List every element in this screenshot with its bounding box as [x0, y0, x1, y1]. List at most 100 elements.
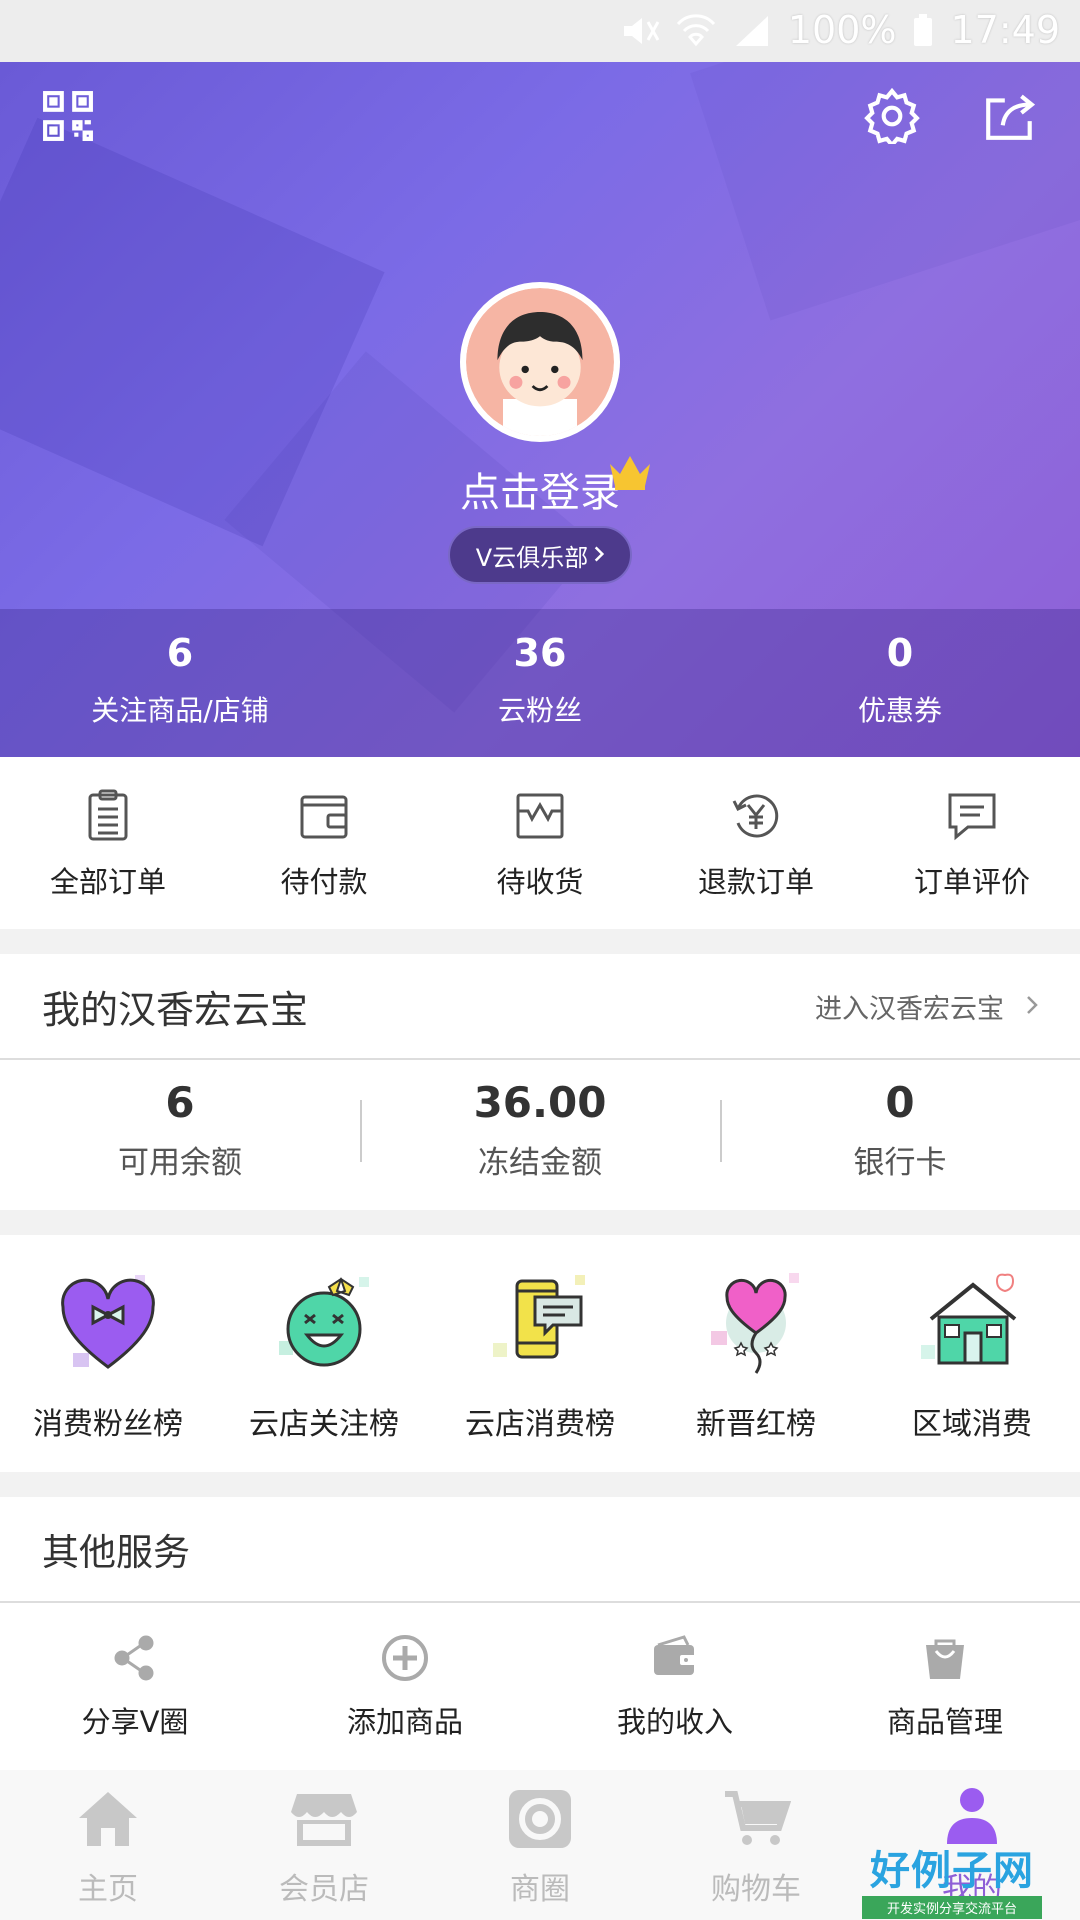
wallet-enter-link[interactable]: 进入汉香宏云宝	[815, 987, 1038, 1026]
camera-icon	[509, 1790, 571, 1848]
order-review-button[interactable]: 订单评价	[864, 757, 1080, 929]
rank-label: 云店消费榜	[465, 1407, 615, 1442]
stat-fans[interactable]: 36 云粉丝	[360, 609, 720, 757]
share-export-icon[interactable]	[980, 86, 1040, 146]
order-label: 待收货	[496, 865, 584, 899]
services-title: 其他服务	[42, 1531, 190, 1574]
rank-store-follow[interactable]: 云店关注榜	[216, 1235, 432, 1472]
wallet-title: 我的汉香宏云宝	[42, 987, 309, 1032]
home-icon	[79, 1792, 137, 1846]
refund-yen-icon	[732, 794, 779, 838]
rank-label: 消费粉丝榜	[33, 1407, 183, 1442]
tab-label: 主页	[78, 1872, 138, 1907]
other-services-section: 其他服务 分享V圈 添加商品 我的收入 商品管理	[0, 1497, 1080, 1770]
order-label: 全部订单	[49, 865, 166, 899]
watermark-subtitle: 开发实例分享交流平台	[862, 1896, 1042, 1919]
stat-label: 关注商品/店铺	[91, 694, 269, 727]
stat-followed[interactable]: 6 关注商品/店铺	[0, 609, 360, 757]
rank-label: 云店关注榜	[249, 1407, 399, 1442]
services-header: 其他服务	[0, 1497, 1080, 1603]
tab-label: 购物车	[711, 1872, 801, 1907]
order-all-button[interactable]: 全部订单	[0, 757, 216, 929]
status-bar: 100% 17:49	[0, 0, 1080, 62]
package-icon	[516, 793, 564, 839]
wallet-value: 0	[885, 1078, 915, 1127]
stat-value: 0	[886, 631, 914, 675]
store-icon	[291, 1794, 357, 1846]
wallet-available[interactable]: 6 可用余额	[0, 1060, 360, 1208]
comment-icon	[948, 793, 996, 841]
wallet-section: 我的汉香宏云宝 进入汉香宏云宝 6 可用余额 36.00 冻结金额 0 银行卡	[0, 954, 1080, 1210]
crown-icon	[607, 452, 653, 496]
smiley-bow-icon	[279, 1277, 369, 1367]
heart-bow-icon	[61, 1275, 155, 1369]
stat-value: 36	[513, 631, 567, 675]
wallet-header: 我的汉香宏云宝 进入汉香宏云宝	[0, 954, 1080, 1060]
wallet-bank-cards[interactable]: 0 银行卡	[720, 1060, 1080, 1208]
service-my-income[interactable]: 我的收入	[540, 1603, 810, 1741]
clock: 17:49	[950, 8, 1060, 52]
wifi-icon	[676, 13, 716, 47]
wallet-icon	[300, 795, 348, 839]
wallet-link-label: 进入汉香宏云宝	[815, 993, 1004, 1025]
service-label: 添加商品	[346, 1705, 463, 1739]
order-refund-button[interactable]: 退款订单	[648, 757, 864, 929]
profile-header: 点击登录 V云俱乐部 6 关注商品/店铺 36 云粉丝 0 优惠券	[0, 62, 1080, 757]
order-to-receive-button[interactable]: 待收货	[432, 757, 648, 929]
mute-icon	[620, 13, 660, 47]
chevron-right-icon	[1026, 991, 1038, 1022]
wallet-balances: 6 可用余额 36.00 冻结金额 0 银行卡	[0, 1060, 1080, 1208]
wallet-label: 银行卡	[853, 1145, 947, 1181]
order-label: 订单评价	[913, 865, 1030, 899]
wallet-value: 36.00	[473, 1078, 607, 1127]
wallet-value: 6	[165, 1078, 195, 1127]
services-list: 分享V圈 添加商品 我的收入 商品管理	[0, 1603, 1080, 1741]
order-label: 待付款	[280, 865, 368, 899]
rank-new-red[interactable]: 新晋红榜	[648, 1235, 864, 1472]
watermark-title: 好例子网	[870, 1848, 1034, 1894]
tab-member-store[interactable]: 会员店	[216, 1770, 432, 1920]
tab-label: 商圈	[510, 1872, 570, 1907]
login-link[interactable]: 点击登录	[0, 460, 1080, 518]
club-button[interactable]: V云俱乐部	[448, 526, 632, 584]
stat-value: 6	[166, 631, 194, 675]
wallet-frozen[interactable]: 36.00 冻结金额	[360, 1060, 720, 1208]
settings-gear-icon[interactable]	[862, 86, 922, 146]
wallet-label: 冻结金额	[478, 1145, 602, 1181]
rank-label: 区域消费	[912, 1407, 1032, 1442]
rank-fans-consumption[interactable]: 消费粉丝榜	[0, 1235, 216, 1472]
order-unpaid-button[interactable]: 待付款	[216, 757, 432, 929]
tab-cart[interactable]: 购物车	[648, 1770, 864, 1920]
add-circle-icon	[382, 1635, 428, 1681]
house-icon	[921, 1273, 1017, 1365]
rank-store-consumption[interactable]: 云店消费榜	[432, 1235, 648, 1472]
service-label: 商品管理	[886, 1705, 1003, 1739]
tab-business-circle[interactable]: 商圈	[432, 1770, 648, 1920]
profile-stats: 6 关注商品/店铺 36 云粉丝 0 优惠券	[0, 609, 1080, 757]
stat-label: 云粉丝	[497, 694, 582, 727]
battery-icon	[912, 13, 934, 47]
avatar[interactable]	[460, 282, 620, 442]
qr-code-icon[interactable]	[38, 86, 98, 146]
rank-label: 新晋红榜	[696, 1407, 816, 1442]
stat-coupons[interactable]: 0 优惠券	[720, 609, 1080, 757]
heart-balloon-icon	[711, 1273, 799, 1374]
service-add-product[interactable]: 添加商品	[270, 1603, 540, 1741]
ranking-shortcuts: 消费粉丝榜 云店关注榜 云店消费榜 新晋红榜 区域消费	[0, 1235, 1080, 1472]
signal-icon	[732, 13, 772, 47]
service-share-vcircle[interactable]: 分享V圈	[0, 1603, 270, 1741]
tab-label: 会员店	[279, 1872, 369, 1907]
order-label: 退款订单	[697, 865, 814, 899]
cart-icon	[725, 1791, 792, 1845]
chevron-right-icon	[594, 541, 605, 569]
service-label: 我的收入	[616, 1705, 733, 1739]
wallet-label: 可用余额	[118, 1145, 242, 1181]
service-product-management[interactable]: 商品管理	[810, 1603, 1080, 1741]
service-label: 分享V圈	[81, 1705, 189, 1739]
order-shortcuts: 全部订单 待付款 待收货 退款订单 订单评价	[0, 757, 1080, 929]
shopping-bag-icon	[926, 1639, 964, 1679]
clipboard-icon	[88, 789, 128, 841]
rank-regional-consumption[interactable]: 区域消费	[864, 1235, 1080, 1472]
tab-home[interactable]: 主页	[0, 1770, 216, 1920]
watermark-logo: 好例子网 开发实例分享交流平台	[862, 1838, 1042, 1919]
